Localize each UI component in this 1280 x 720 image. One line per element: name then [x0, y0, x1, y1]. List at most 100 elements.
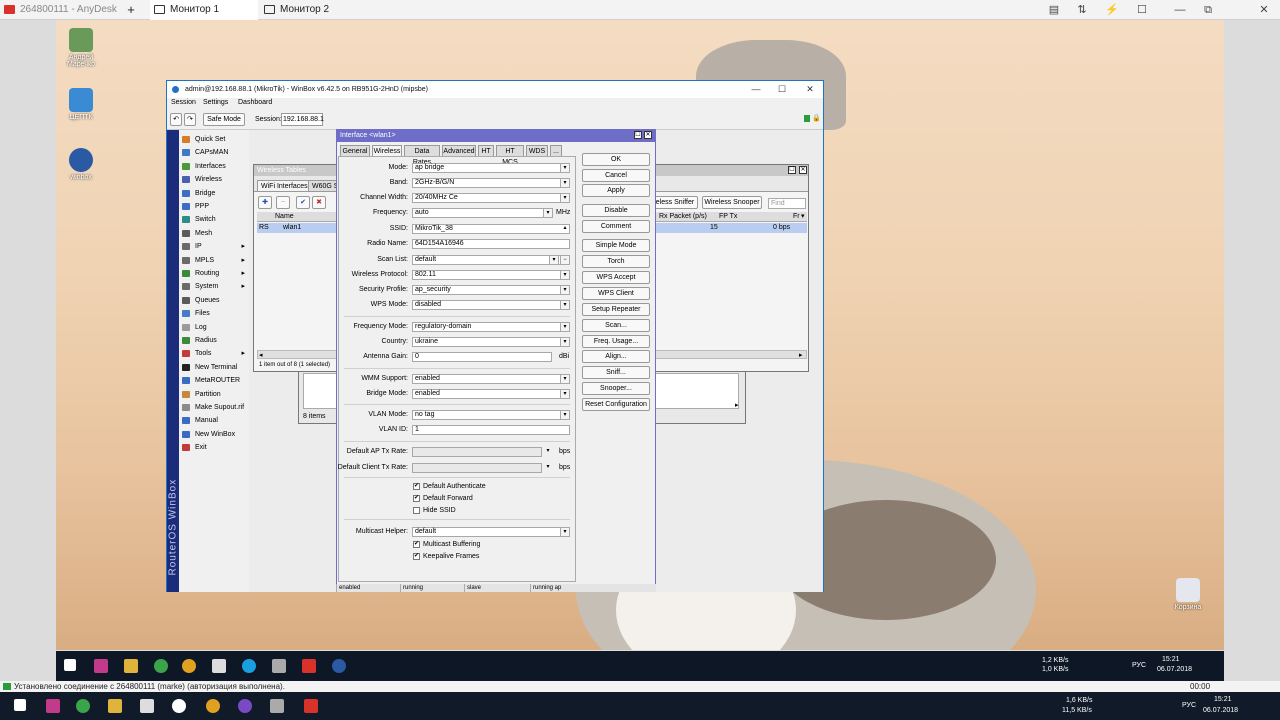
tab-ht-mcs[interactable]: HT MCS — [496, 145, 524, 166]
app-icon[interactable] — [46, 699, 60, 713]
dropdown-icon[interactable]: ▾ — [560, 410, 570, 420]
session-field[interactable]: 192.168.88.1 — [281, 113, 324, 126]
close-icon[interactable]: ✕ — [1256, 2, 1272, 18]
monitor1-tab[interactable]: Монитор 1 — [150, 0, 258, 20]
field-ssid[interactable]: MikroTik_38 — [412, 224, 570, 234]
field-wps-mode[interactable]: disabled — [412, 300, 570, 310]
explorer-icon[interactable] — [124, 659, 138, 673]
mail-icon[interactable] — [212, 659, 226, 673]
anydesk-session-tab[interactable]: 264800111 - AnyDesk — [0, 0, 122, 20]
sidebar-item-log[interactable]: Log — [181, 321, 247, 334]
button-setup-repeater[interactable]: Setup Repeater — [582, 303, 650, 316]
field-mode[interactable]: ap bridge — [412, 163, 570, 173]
tab-advanced[interactable]: Advanced — [442, 145, 476, 156]
chrome-icon[interactable] — [76, 699, 90, 713]
sidebar-item-switch[interactable]: Switch — [181, 213, 247, 226]
field-frequency[interactable]: auto — [412, 208, 552, 218]
dropdown-icon[interactable]: ▾ — [549, 255, 559, 265]
sidebar-item-mpls[interactable]: MPLS ▸ — [181, 254, 247, 267]
checkbox-hide-ssid[interactable]: Hide SSID — [413, 506, 456, 516]
button-reset-configuration[interactable]: Reset Configuration — [582, 398, 650, 411]
dropdown-icon[interactable]: ▾ — [560, 163, 570, 173]
collapse-icon[interactable]: ▴ — [560, 224, 570, 234]
find-input[interactable]: Find — [768, 198, 806, 209]
maximize-button[interactable]: ☐ — [771, 81, 793, 98]
close-button[interactable]: ✕ — [799, 81, 821, 98]
sidebar-item-files[interactable]: Files — [181, 307, 247, 320]
sidebar-item-mesh[interactable]: Mesh — [181, 227, 247, 240]
calculator-icon[interactable] — [270, 699, 284, 713]
language-indicator[interactable]: РУС — [1132, 662, 1146, 670]
dropdown-icon[interactable]: ▾ — [560, 178, 570, 188]
chat-icon[interactable]: ▤ — [1046, 2, 1062, 18]
button-wps-accept[interactable]: WPS Accept — [582, 271, 650, 284]
desktop-icon-user[interactable]: Андрей Маречко — [56, 28, 106, 68]
actions-icon[interactable]: ⚡ — [1104, 2, 1120, 18]
field-default-ap-tx[interactable] — [412, 447, 542, 457]
checkbox-box[interactable]: ✔ — [413, 483, 420, 490]
checkbox-default-authenticate[interactable]: ✔ Default Authenticate — [413, 482, 486, 492]
menu-dashboard[interactable]: Dashboard — [238, 99, 272, 106]
start-icon[interactable] — [14, 699, 26, 711]
button-wps-client[interactable]: WPS Client — [582, 287, 650, 300]
button-scan[interactable]: Scan... — [582, 319, 650, 332]
field-wmm-support[interactable]: enabled — [412, 374, 570, 384]
disable-button[interactable]: ✖ — [312, 196, 326, 209]
restore-button[interactable]: ☐ — [788, 166, 796, 174]
button-freq-usage[interactable]: Freq. Usage... — [582, 335, 650, 348]
tab-data-rates[interactable]: Data Rates — [404, 145, 440, 166]
skype-icon[interactable] — [242, 659, 256, 673]
monitor2-tab[interactable]: Монитор 2 — [260, 0, 370, 20]
field-channel-width[interactable]: 20/40MHz Ce — [412, 193, 570, 203]
field-radio-name[interactable]: 64D154A16946 — [412, 239, 570, 249]
dropdown-icon[interactable]: ▾ — [560, 300, 570, 310]
checkbox-multicast-buffering[interactable]: ✔ Multicast Buffering — [413, 540, 480, 550]
close-button[interactable]: ✕ — [799, 166, 807, 174]
scroll-right-icon[interactable]: ▸ — [799, 351, 803, 359]
enable-button[interactable]: ✔ — [296, 196, 310, 209]
desktop-icon-winbox[interactable]: winbox — [56, 148, 106, 181]
sidebar-item-wireless[interactable]: Wireless — [181, 173, 247, 186]
checkbox-box[interactable]: ✔ — [413, 553, 420, 560]
sidebar-item-quick-set[interactable]: Quick Set — [181, 133, 247, 146]
close-button[interactable]: ✕ — [644, 131, 652, 139]
sidebar-item-interfaces[interactable]: Interfaces — [181, 160, 247, 173]
mail-icon[interactable] — [140, 699, 154, 713]
dropdown-icon[interactable]: ▾ — [560, 374, 570, 384]
minimize-button[interactable]: — — [745, 81, 767, 98]
sidebar-item-bridge[interactable]: Bridge — [181, 187, 247, 200]
col-fp-tx[interactable]: FP Tx — [719, 212, 737, 222]
transfer-icon[interactable]: ⇅ — [1074, 2, 1090, 18]
field-scan-list[interactable]: default — [412, 255, 570, 265]
sidebar-item-tools[interactable]: Tools ▸ — [181, 347, 247, 360]
dropdown-icon[interactable]: ▾ — [560, 285, 570, 295]
app-icon[interactable] — [206, 699, 220, 713]
add-button[interactable]: ✚ — [258, 196, 272, 209]
anydesk-icon[interactable] — [302, 659, 316, 673]
sidebar-item-ppp[interactable]: PPP — [181, 200, 247, 213]
tab-ht[interactable]: HT — [478, 145, 494, 156]
sidebar-item-queues[interactable]: Queues — [181, 294, 247, 307]
button-apply[interactable]: Apply — [582, 184, 650, 197]
col-fr[interactable]: Fr — [793, 212, 800, 222]
menu-settings[interactable]: Settings — [203, 99, 228, 106]
dropdown-icon[interactable]: ▾ — [560, 193, 570, 203]
sidebar-item-system[interactable]: System ▸ — [181, 280, 247, 293]
clock-time[interactable]: 15:21 — [1214, 696, 1232, 704]
calculator-icon[interactable] — [272, 659, 286, 673]
dropdown-icon[interactable]: ▾ — [543, 208, 553, 218]
field-frequency-mode[interactable]: regulatory-domain — [412, 322, 570, 332]
safe-mode-button[interactable]: Safe Mode — [203, 113, 245, 126]
checkbox-box[interactable]: ✔ — [413, 541, 420, 548]
button-sniff[interactable]: Sniff... — [582, 366, 650, 379]
checkbox-default-forward[interactable]: ✔ Default Forward — [413, 494, 473, 504]
tab-wifi-interfaces[interactable]: WiFi Interfaces — [257, 180, 312, 191]
sidebar-item-manual[interactable]: Manual — [181, 414, 247, 427]
app-icon[interactable] — [94, 659, 108, 673]
field-vlan-id[interactable]: 1 — [412, 425, 570, 435]
button-simple-mode[interactable]: Simple Mode — [582, 239, 650, 252]
weather-icon[interactable] — [172, 699, 186, 713]
language-indicator[interactable]: РУС — [1182, 702, 1196, 710]
undo-button[interactable]: ↶ — [170, 113, 182, 126]
sidebar-item-routing[interactable]: Routing ▸ — [181, 267, 247, 280]
